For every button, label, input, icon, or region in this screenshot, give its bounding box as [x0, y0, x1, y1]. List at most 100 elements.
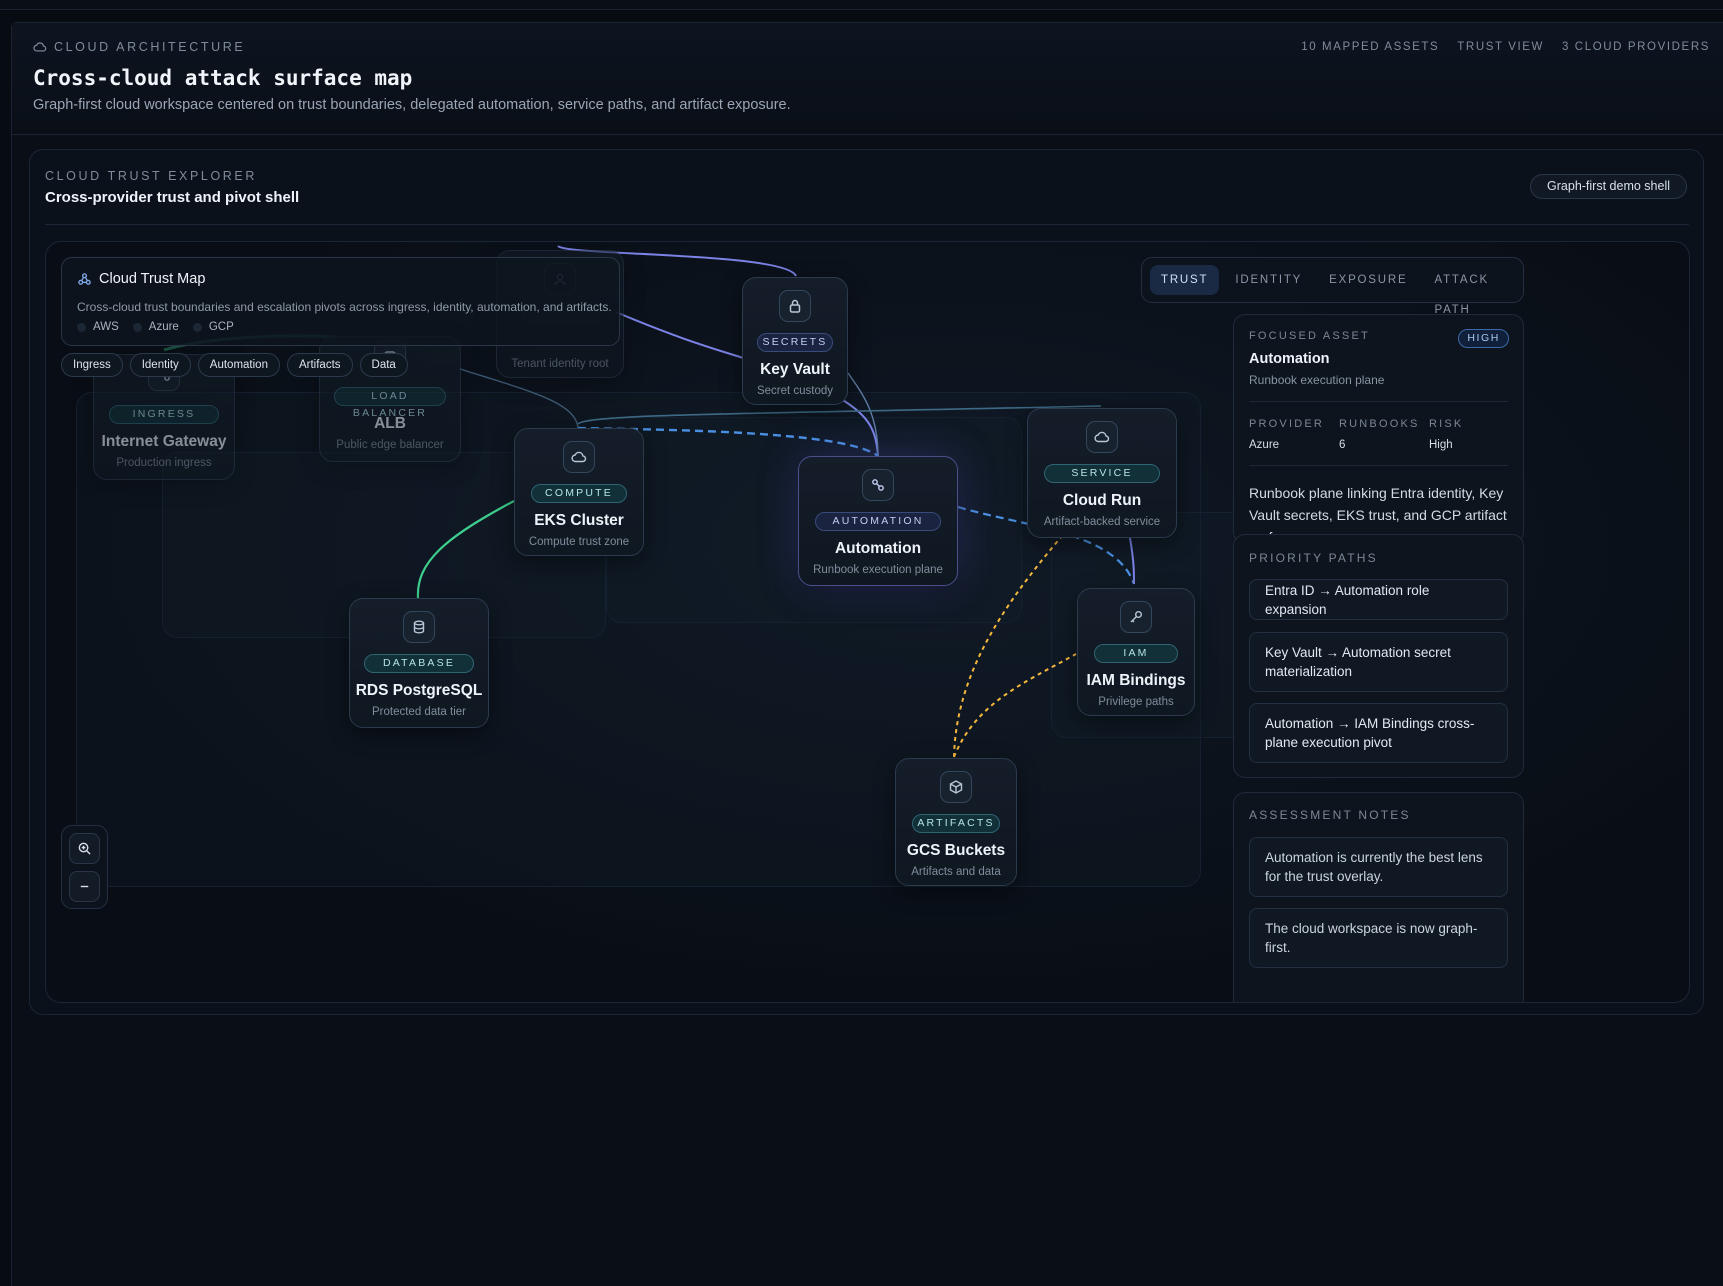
panel-title: Cross-provider trust and pivot shell [45, 189, 300, 206]
node-desc: Artifacts and data [911, 866, 1001, 878]
legend-gcp: GCP [192, 321, 234, 333]
node-desc: Secret custody [756, 385, 834, 397]
edge-entra-automation [615, 311, 747, 360]
cloud-icon [33, 42, 47, 52]
tab-attack-path[interactable]: ATTACK PATH [1423, 265, 1523, 316]
node-name: Internet Gateway [101, 433, 227, 450]
focused-name: Automation [1249, 351, 1330, 367]
edge-keyvault-automation-2 [847, 372, 879, 457]
node-name: RDS PostgreSQL [355, 682, 483, 699]
zoom-out-button[interactable] [69, 871, 100, 902]
edge-cloudrun-iam [1129, 537, 1135, 585]
node-tag: LOAD BALANCER [334, 387, 446, 419]
page-header: CLOUD ARCHITECTURE 10 MAPPED ASSETS TRUS… [12, 23, 1723, 135]
cloud-icon [1086, 421, 1118, 453]
cloud-icon [563, 441, 595, 473]
edge-gcs-cloudrun [953, 535, 1063, 758]
stat-label: PROVIDER [1249, 418, 1325, 430]
graph-canvas[interactable]: Tenant identity root SECRETS Key Vault S… [45, 241, 1690, 1003]
note-item: Automation is currently the best lens fo… [1249, 837, 1508, 897]
edge-eks-rds [416, 500, 515, 599]
database-icon [403, 611, 435, 643]
priority-path-item[interactable]: Automation → IAM Bindings cross-plane ex… [1249, 703, 1508, 763]
header-meta: 10 MAPPED ASSETS TRUST VIEW 3 CLOUD PROV… [1301, 41, 1710, 53]
priority-path-item[interactable]: Key Vault → Automation secret materializ… [1249, 632, 1508, 692]
map-legend-card: Cloud Trust Map Cross-cloud trust bounda… [61, 257, 620, 346]
tab-identity[interactable]: IDENTITY [1224, 265, 1313, 295]
node-desc: Protected data tier [372, 706, 466, 718]
map-title: Cloud Trust Map [77, 271, 205, 287]
app-frame: CLOUD ARCHITECTURE 10 MAPPED ASSETS TRUS… [11, 22, 1723, 1286]
node-name: EKS Cluster [534, 512, 624, 529]
chip-automation[interactable]: Automation [197, 353, 280, 377]
demo-shell-badge: Graph-first demo shell [1530, 174, 1687, 199]
automation-icon [862, 469, 894, 501]
focused-label: FOCUSED ASSET [1249, 330, 1370, 342]
zoom-in-icon [78, 842, 91, 855]
legend-label: AWS [93, 321, 119, 333]
chip-data[interactable]: Data [359, 353, 408, 377]
key-icon [1120, 601, 1152, 633]
chip-ingress[interactable]: Ingress [61, 353, 123, 377]
assessment-notes-card: ASSESSMENT NOTES Automation is currently… [1233, 792, 1524, 1002]
legend-aws: AWS [77, 321, 119, 333]
node-key-vault[interactable]: SECRETS Key Vault Secret custody [742, 277, 848, 405]
trust-explorer-panel: CLOUD TRUST EXPLORER Cross-provider trus… [29, 149, 1704, 1015]
stat-runbooks: RUNBOOKS 6 [1339, 418, 1420, 451]
node-name: GCS Buckets [906, 842, 1006, 859]
panel-eyebrow: CLOUD TRUST EXPLORER [45, 169, 257, 183]
node-gcs-buckets[interactable]: ARTIFACTS GCS Buckets Artifacts and data [895, 758, 1017, 886]
page-title: Cross-cloud attack surface map [33, 66, 413, 90]
priority-label: PRIORITY PATHS [1249, 551, 1378, 565]
priority-paths-card: PRIORITY PATHS Entra ID → Automation rol… [1233, 534, 1524, 778]
divider [1249, 401, 1508, 402]
map-description: Cross-cloud trust boundaries and escalat… [77, 300, 612, 314]
stat-value: Azure [1249, 439, 1280, 451]
edge-eks-cloudrun [577, 405, 1102, 425]
meta-view: TRUST VIEW [1457, 41, 1545, 53]
legend-dot [192, 322, 202, 332]
notes-label: ASSESSMENT NOTES [1249, 808, 1411, 822]
legend-label: GCP [208, 321, 234, 333]
node-name: Cloud Run [1062, 492, 1142, 509]
tab-exposure[interactable]: EXPOSURE [1318, 265, 1418, 295]
node-tag: COMPUTE [531, 484, 627, 503]
stat-risk: RISK High [1429, 418, 1463, 451]
lock-icon [779, 290, 811, 322]
stat-label: RISK [1429, 418, 1464, 430]
zoom-in-button[interactable] [69, 833, 100, 864]
node-name: Key Vault [760, 361, 830, 378]
node-tag: INGRESS [109, 405, 219, 424]
tab-trust[interactable]: TRUST [1150, 265, 1220, 295]
note-item: The cloud workspace is now graph-first. [1249, 908, 1508, 968]
node-desc: Privilege paths [1098, 696, 1174, 708]
header-eyebrow-text: CLOUD ARCHITECTURE [54, 40, 246, 54]
legend-dot [132, 322, 142, 332]
map-title-text: Cloud Trust Map [99, 271, 206, 287]
node-tag: ARTIFACTS [912, 814, 1000, 833]
node-cloud-run[interactable]: SERVICE Cloud Run Artifact-backed servic… [1027, 408, 1177, 538]
risk-badge: HIGH [1458, 329, 1509, 348]
node-eks-cluster[interactable]: COMPUTE EKS Cluster Compute trust zone [514, 428, 644, 556]
node-name: Automation [834, 540, 922, 557]
node-name: ALB [374, 415, 406, 432]
stat-provider: PROVIDER Azure [1249, 418, 1324, 451]
minus-icon [80, 885, 89, 888]
node-tag: IAM [1094, 644, 1178, 663]
top-bar [0, 0, 1723, 10]
network-icon [78, 272, 91, 285]
node-iam-bindings[interactable]: IAM IAM Bindings Privilege paths [1077, 588, 1195, 716]
stat-value: 6 [1339, 439, 1346, 451]
filter-chips: Ingress Identity Automation Artifacts Da… [61, 353, 408, 377]
chip-artifacts[interactable]: Artifacts [286, 353, 353, 377]
node-rds-postgresql[interactable]: DATABASE RDS PostgreSQL Protected data t… [349, 598, 489, 728]
chip-identity[interactable]: Identity [129, 353, 191, 377]
priority-path-item[interactable]: Entra ID → Automation role expansion [1249, 579, 1508, 620]
node-tag: SECRETS [757, 333, 833, 352]
focused-asset-card: FOCUSED ASSET HIGH Automation Runbook ex… [1233, 314, 1524, 544]
node-automation[interactable]: AUTOMATION Automation Runbook execution … [798, 456, 958, 586]
node-desc: Artifact-backed service [1043, 516, 1161, 528]
node-tag: SERVICE [1044, 464, 1160, 483]
view-tabs: TRUST IDENTITY EXPOSURE ATTACK PATH [1141, 257, 1524, 316]
header-eyebrow: CLOUD ARCHITECTURE [33, 40, 245, 54]
